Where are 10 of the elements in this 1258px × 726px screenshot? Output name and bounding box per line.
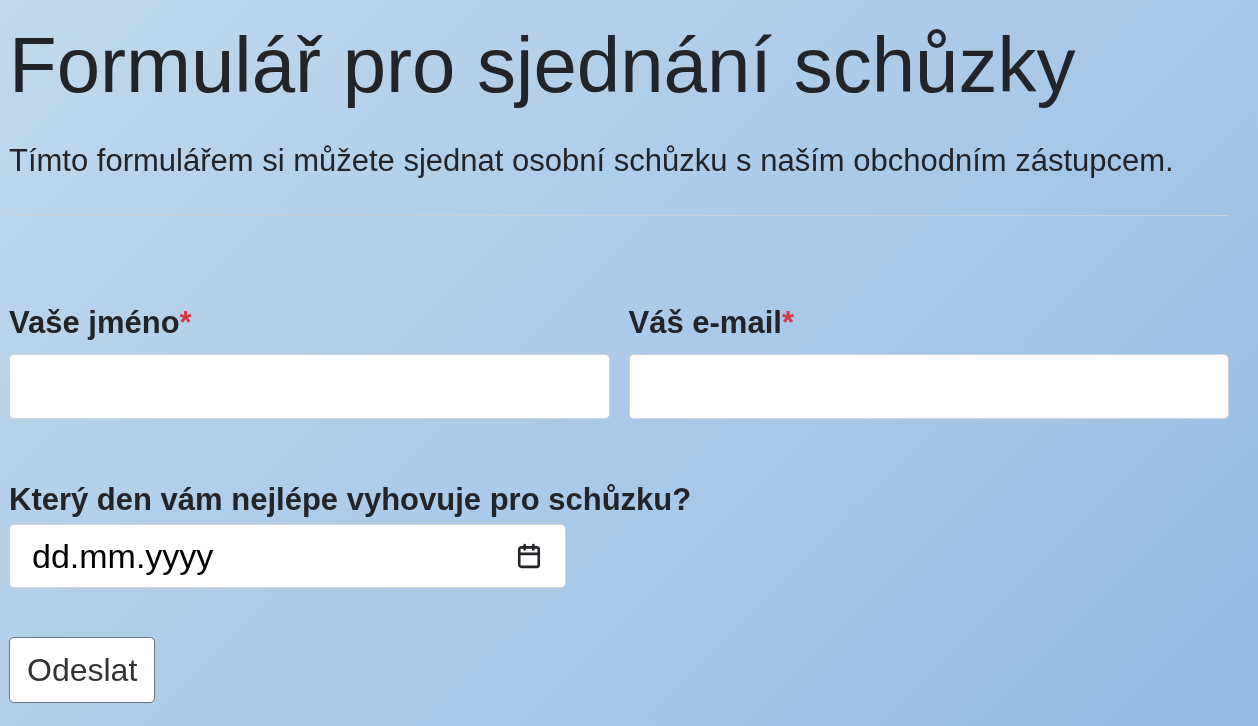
field-label: Který den vám nejlépe vyhovuje pro schůzku? — [9, 481, 693, 518]
intro-text: Tímto formulářem si můžete sjednat osobní schůzku s naším obchodním zástupcem. — [9, 142, 1175, 180]
text-input[interactable] — [628, 354, 1229, 419]
text-input[interactable] — [9, 354, 610, 419]
date-input[interactable]: dd.mm.yyyy — [9, 524, 566, 588]
submit-button[interactable]: Odeslat — [9, 637, 156, 703]
page-title: Formulář pro sjednání schůzky — [9, 22, 1077, 108]
calendar-icon[interactable] — [516, 543, 542, 569]
field-label: Váš e-mail* — [628, 304, 795, 341]
field-label: Vaše jméno* — [9, 304, 193, 341]
